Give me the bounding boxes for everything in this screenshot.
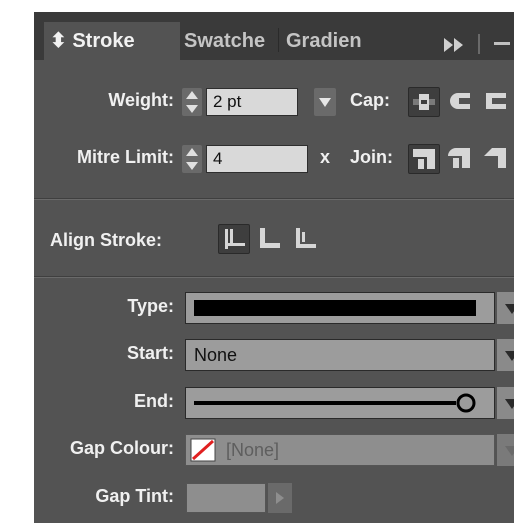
start-value: None xyxy=(194,345,238,365)
tab-stroke[interactable]: ⬍ Stroke xyxy=(44,22,180,60)
gap-colour-dropdown-button[interactable] xyxy=(497,434,514,466)
stroke-panel: ⬍ Stroke Swatche Gradien Weight: 2 pt Ca… xyxy=(34,12,514,523)
tab-swatches[interactable]: Swatche xyxy=(184,22,276,60)
type-select[interactable] xyxy=(185,292,495,324)
mitre-unit-label: x xyxy=(320,147,331,167)
weight-dropdown-button[interactable] xyxy=(314,88,336,116)
weight-label: Weight: xyxy=(108,90,174,110)
join-label: Join: xyxy=(350,147,393,167)
mitre-limit-input[interactable]: 4 xyxy=(206,145,308,173)
mitre-limit-label: Mitre Limit: xyxy=(77,147,174,167)
start-dropdown-button[interactable] xyxy=(497,339,514,371)
start-select[interactable]: None xyxy=(185,339,495,371)
fast-forward-icon[interactable] xyxy=(444,38,466,57)
projecting-cap-button[interactable] xyxy=(480,87,512,117)
weight-stepper[interactable] xyxy=(182,88,202,116)
end-select[interactable] xyxy=(185,387,495,419)
align-center-button[interactable] xyxy=(218,224,250,254)
bevel-join-button[interactable] xyxy=(480,144,512,174)
section-divider-highlight xyxy=(34,199,514,200)
end-dropdown-button[interactable] xyxy=(497,387,514,419)
miter-join-button[interactable] xyxy=(408,144,440,174)
gap-tint-input[interactable] xyxy=(186,483,266,513)
start-label: Start: xyxy=(126,343,174,363)
align-stroke-label: Align Stroke: xyxy=(50,230,163,250)
cap-label: Cap: xyxy=(350,90,390,110)
gap-colour-label: Gap Colour: xyxy=(70,438,174,458)
round-cap-button[interactable] xyxy=(444,87,476,117)
type-label: Type: xyxy=(127,296,174,316)
tab-gradient[interactable]: Gradien xyxy=(286,22,386,60)
grip-icon xyxy=(478,34,480,54)
mitre-stepper[interactable] xyxy=(182,145,202,173)
menu-icon[interactable] xyxy=(494,42,510,45)
round-join-button[interactable] xyxy=(444,144,476,174)
arrow-right-icon xyxy=(276,492,284,504)
gap-colour-value: [None] xyxy=(226,440,280,460)
butt-cap-button[interactable] xyxy=(408,87,440,117)
end-label: End: xyxy=(134,391,174,411)
solid-line-preview xyxy=(194,300,476,316)
gap-tint-label: Gap Tint: xyxy=(95,486,174,506)
section-divider-highlight xyxy=(34,277,514,278)
tab-bar: ⬍ Stroke Swatche Gradien xyxy=(34,12,514,60)
gap-tint-arrow-button[interactable] xyxy=(268,483,292,513)
type-dropdown-button[interactable] xyxy=(497,292,514,324)
tab-separator xyxy=(278,28,279,52)
align-outside-button[interactable] xyxy=(290,224,322,254)
weight-input[interactable]: 2 pt xyxy=(206,88,298,116)
align-inside-button[interactable] xyxy=(254,224,286,254)
gap-colour-select[interactable]: [None] xyxy=(185,434,495,466)
